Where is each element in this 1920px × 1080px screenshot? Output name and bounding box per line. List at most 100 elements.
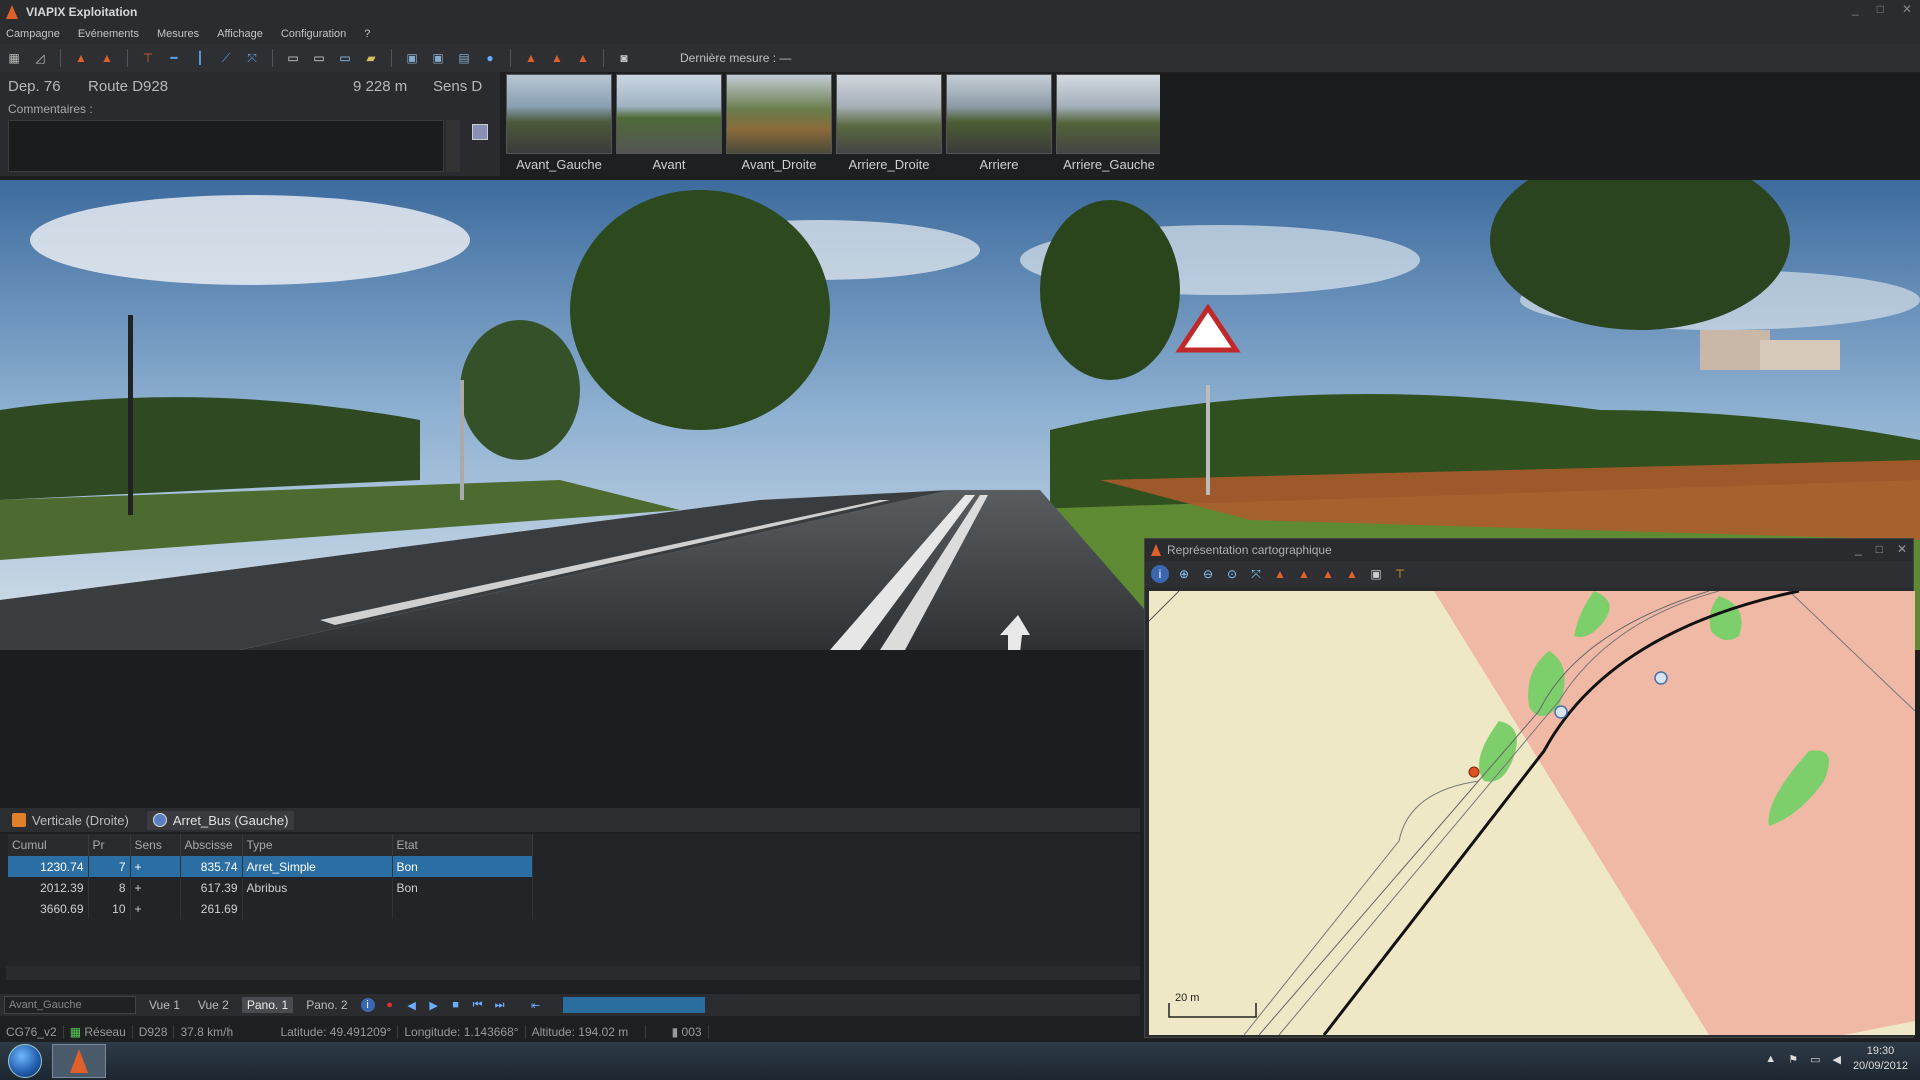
- map-close-button[interactable]: ✕: [1897, 542, 1907, 556]
- fit-extent-icon[interactable]: ⤧: [1247, 565, 1265, 583]
- map-minimize-button[interactable]: _: [1855, 542, 1862, 556]
- menu-help[interactable]: ?: [364, 28, 370, 40]
- view-2-button[interactable]: Vue 2: [193, 997, 234, 1013]
- column-header-etat[interactable]: Etat: [392, 834, 533, 856]
- flag-icon[interactable]: ⚑: [1788, 1053, 1798, 1066]
- view-single-icon[interactable]: ▭: [283, 48, 303, 68]
- clock[interactable]: 19:30 20/09/2012: [1853, 1044, 1908, 1074]
- thumbnail-arriere-droite[interactable]: Arriere_Droite: [836, 74, 942, 174]
- diagonal-measure-icon[interactable]: ⟋: [216, 48, 236, 68]
- map-toolbar: i ⊕ ⊖ ⊙ ⤧ ▲ ▲ ▲ ▲ ▣ ⊤: [1145, 561, 1913, 587]
- route-label: Route D928: [88, 78, 169, 95]
- taskbar-app-viapix[interactable]: [52, 1044, 106, 1078]
- pano-1-button[interactable]: Pano. 1: [241, 997, 294, 1013]
- expand-icon[interactable]: ⤧: [242, 48, 262, 68]
- window-title: VIAPIX Exploitation: [26, 5, 138, 19]
- network-icon[interactable]: ▭: [1810, 1053, 1820, 1066]
- table-horizontal-scrollbar[interactable]: [6, 966, 1140, 980]
- cell-etat: Bon: [392, 856, 533, 877]
- table-row[interactable]: 2012.39 8 + 617.39 Abribus Bon: [8, 877, 533, 898]
- horizontal-measure-icon[interactable]: ━: [164, 48, 184, 68]
- thumbnail-arriere-gauche[interactable]: Arriere_Gauche: [1056, 74, 1162, 174]
- thumbnail-label: Avant: [652, 157, 686, 172]
- cone-triple-icon[interactable]: ▲: [573, 48, 593, 68]
- start-button[interactable]: [8, 1044, 42, 1078]
- maximize-button[interactable]: □: [1877, 2, 1884, 16]
- screenshot-icon[interactable]: ▣: [1367, 565, 1385, 583]
- folder-icon[interactable]: ▰: [361, 48, 381, 68]
- menu-evenements[interactable]: Evénements: [78, 28, 139, 40]
- cell-type: Abribus: [242, 877, 393, 898]
- table-row[interactable]: 1230.74 7 + 835.74 Arret_Simple Bon: [8, 856, 533, 877]
- tray-expand-icon[interactable]: ▲: [1765, 1053, 1776, 1065]
- comments-textarea[interactable]: [8, 120, 444, 172]
- menu-affichage[interactable]: Affichage: [217, 28, 263, 40]
- view-1-button[interactable]: Vue 1: [144, 997, 185, 1013]
- tab-arret-bus-gauche[interactable]: Arret_Bus (Gauche): [146, 810, 295, 830]
- map-window-titlebar[interactable]: Représentation cartographique _ □ ✕: [1145, 539, 1913, 561]
- save-icon[interactable]: [472, 124, 488, 140]
- camera-select[interactable]: Avant_Gauche: [4, 996, 136, 1014]
- cone-edit-icon[interactable]: ▲: [97, 48, 117, 68]
- close-button[interactable]: ✕: [1902, 2, 1912, 16]
- map-canvas[interactable]: 20 m: [1149, 591, 1915, 1035]
- grid-icon[interactable]: ▦: [4, 48, 24, 68]
- column-header-cumul[interactable]: Cumul: [8, 834, 89, 856]
- menu-mesures[interactable]: Mesures: [157, 28, 199, 40]
- thumbnail-image: [1056, 74, 1162, 154]
- map-maximize-button[interactable]: □: [1876, 542, 1883, 556]
- play-icon[interactable]: ▶: [427, 998, 441, 1012]
- thumbnail-arriere[interactable]: Arriere: [946, 74, 1052, 174]
- stop-icon[interactable]: ■: [449, 998, 463, 1012]
- menu-campagne[interactable]: Campagne: [6, 28, 60, 40]
- clock-time: 19:30: [1866, 1045, 1895, 1057]
- cone-double-icon[interactable]: ▲: [1319, 565, 1337, 583]
- cone-icon[interactable]: ▲: [71, 48, 91, 68]
- info-icon[interactable]: i: [360, 998, 375, 1012]
- record-icon[interactable]: ●: [383, 998, 397, 1012]
- skip-start-icon[interactable]: ⏮: [471, 998, 485, 1012]
- volume-icon[interactable]: ◀: [1832, 1053, 1840, 1066]
- table-icon[interactable]: ▤: [454, 48, 474, 68]
- view-panel-icon[interactable]: ▭: [335, 48, 355, 68]
- view-double-icon[interactable]: ▭: [309, 48, 329, 68]
- thumbnail-avant-gauche[interactable]: Avant_Gauche: [506, 74, 612, 174]
- skip-end-icon[interactable]: ⏭: [493, 998, 507, 1012]
- ruler-icon[interactable]: ◿: [30, 48, 50, 68]
- column-header-abscisse[interactable]: Abscisse: [180, 834, 243, 856]
- bus-stop-marker: [1554, 705, 1568, 719]
- column-header-sens[interactable]: Sens: [130, 834, 181, 856]
- back-arrow-icon[interactable]: ⇤: [529, 998, 543, 1012]
- menu-configuration[interactable]: Configuration: [281, 28, 346, 40]
- sign-icon[interactable]: ⊤: [138, 48, 158, 68]
- column-header-pr[interactable]: Pr: [88, 834, 131, 856]
- playback-progress-bar[interactable]: [562, 997, 705, 1013]
- column-header-type[interactable]: Type: [242, 834, 393, 856]
- step-back-icon[interactable]: ◀: [405, 998, 419, 1012]
- pano-2-button[interactable]: Pano. 2: [301, 997, 352, 1013]
- table-row[interactable]: 3660.69 10 + 261.69: [8, 898, 533, 919]
- screen-icon[interactable]: ▣: [402, 48, 422, 68]
- status-campaign: CG76_v2: [0, 1025, 64, 1039]
- tab-verticale-droite[interactable]: Verticale (Droite): [6, 811, 135, 830]
- sign-icon[interactable]: ⊤: [1391, 565, 1409, 583]
- minimize-button[interactable]: _: [1852, 2, 1859, 16]
- cone-double-icon[interactable]: ▲: [547, 48, 567, 68]
- cell-sens: +: [130, 877, 181, 898]
- camera-icon[interactable]: ◙: [614, 48, 634, 68]
- cone-single-icon[interactable]: ▲: [521, 48, 541, 68]
- thumbnail-avant[interactable]: Avant: [616, 74, 722, 174]
- globe-icon[interactable]: ●: [480, 48, 500, 68]
- bus-stop-icon: [152, 813, 167, 827]
- vertical-measure-icon[interactable]: ┃: [190, 48, 210, 68]
- comments-scrollbar[interactable]: [446, 120, 460, 172]
- zoom-out-icon[interactable]: ⊖: [1199, 565, 1217, 583]
- zoom-in-icon[interactable]: ⊕: [1175, 565, 1193, 583]
- layers-icon[interactable]: ▲: [1271, 565, 1289, 583]
- cone-triple-icon[interactable]: ▲: [1343, 565, 1361, 583]
- map-info-icon[interactable]: i: [1151, 565, 1169, 583]
- screen2-icon[interactable]: ▣: [428, 48, 448, 68]
- cone-single-icon[interactable]: ▲: [1295, 565, 1313, 583]
- thumbnail-avant-droite[interactable]: Avant_Droite: [726, 74, 832, 174]
- zoom-reset-icon[interactable]: ⊙: [1223, 565, 1241, 583]
